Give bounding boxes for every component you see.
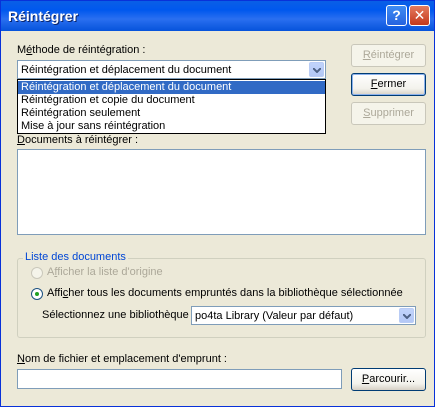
close-icon: ✕ [413, 7, 426, 23]
radio-show-origin-label: Afficher la liste d'origine [47, 266, 163, 278]
method-option-update[interactable]: Mise à jour sans réintégration [18, 120, 325, 133]
library-select[interactable]: po4ta Library (Valeur par défaut) [191, 306, 416, 325]
method-select-value: Réintégration et déplacement du document [21, 64, 232, 76]
method-select[interactable]: Réintégration et déplacement du document [17, 60, 326, 79]
reintegrate-dialog: Réintégrer ? ✕ Méthode de réintégration … [0, 0, 435, 407]
delete-button[interactable]: Supprimer [351, 102, 426, 125]
filename-label: Nom de fichier et emplacement d'emprunt … [17, 353, 227, 365]
documents-listbox[interactable] [17, 149, 426, 235]
chevron-down-icon [403, 314, 411, 319]
close-button[interactable]: Fermer [351, 73, 426, 96]
library-label: Sélectionnez une bibliothèque : [42, 309, 195, 321]
help-button[interactable]: ? [386, 5, 407, 26]
method-label: Méthode de réintégration : [17, 44, 146, 56]
chevron-down-icon [313, 68, 321, 73]
method-dropdown-button[interactable] [309, 62, 324, 77]
radio-show-all[interactable] [31, 288, 43, 300]
library-select-value: po4ta Library (Valeur par défaut) [195, 310, 354, 322]
library-dropdown-button[interactable] [399, 308, 414, 323]
method-option-move[interactable]: Réintégration et déplacement du document [18, 81, 325, 94]
window-title: Réintégrer [8, 8, 79, 24]
documents-label: Documents à réintégrer : [17, 134, 139, 146]
reintegrate-button[interactable]: Réintégrer [351, 44, 426, 67]
group-title: Liste des documents [23, 251, 128, 263]
filename-input[interactable] [17, 369, 342, 389]
radio-show-origin[interactable] [31, 267, 43, 279]
browse-button[interactable]: Parcourir... [351, 368, 426, 391]
method-option-copy[interactable]: Réintégration et copie du document [18, 94, 325, 107]
close-window-button[interactable]: ✕ [409, 5, 430, 26]
method-option-only[interactable]: Réintégration seulement [18, 107, 325, 120]
method-dropdown-list: Réintégration et déplacement du document… [17, 79, 326, 134]
radio-show-all-label: Afficher tous les documents empruntés da… [47, 287, 403, 299]
radio-dot-icon [35, 292, 39, 296]
title-bar[interactable]: Réintégrer ? ✕ [1, 1, 434, 31]
help-icon: ? [392, 7, 401, 23]
